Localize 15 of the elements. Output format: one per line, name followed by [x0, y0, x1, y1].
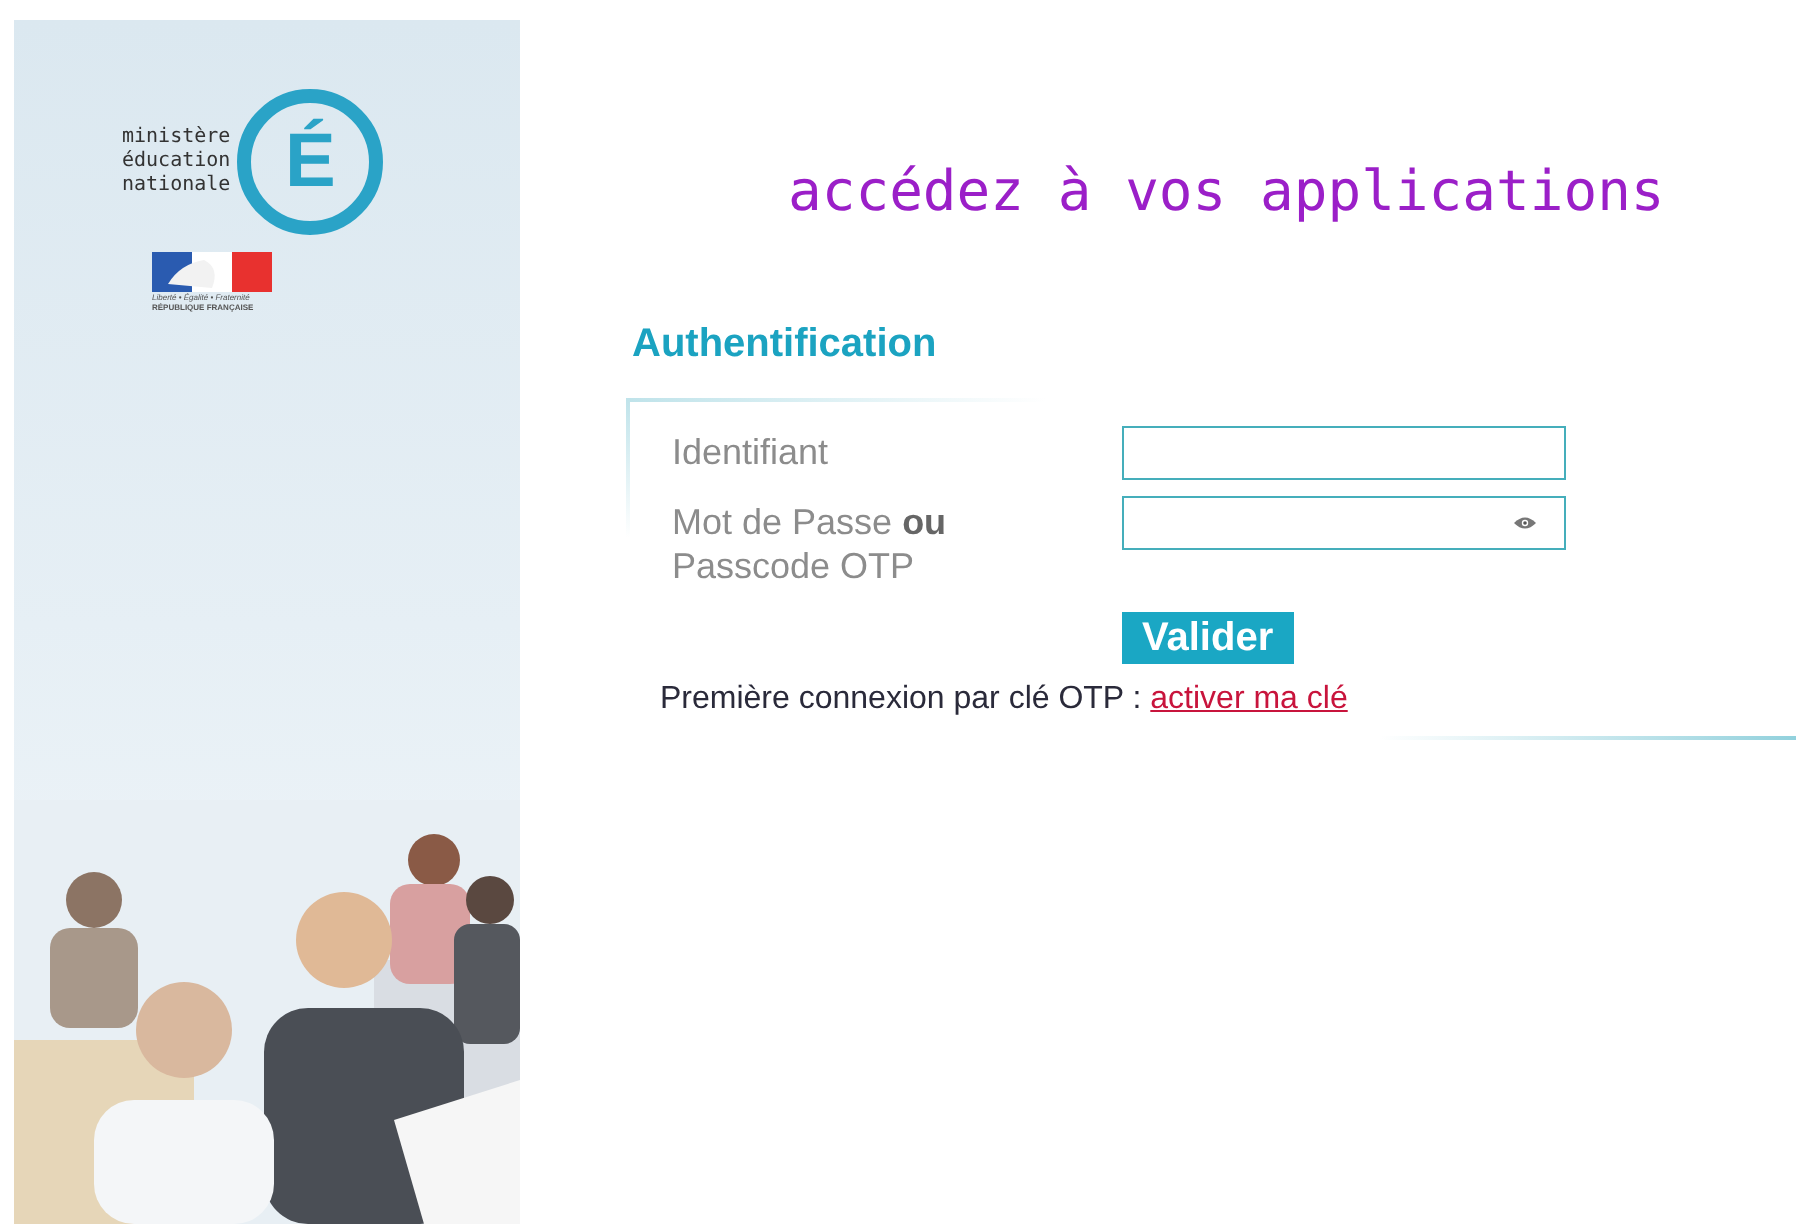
password-field[interactable]	[1122, 496, 1566, 550]
field-label: Identifiant	[672, 430, 831, 474]
logo-ring-icon	[236, 88, 385, 236]
username-field[interactable]	[1122, 426, 1566, 480]
note-text: Première connexion par clé OTP :	[660, 682, 1144, 716]
page-heading: accédez à vos applications	[788, 156, 1667, 228]
logo-letter: É	[285, 120, 336, 204]
field-label: Mot de Passe ou Passcode OTP	[672, 500, 949, 588]
eye-icon[interactable]	[1514, 516, 1536, 530]
flag-icon	[152, 252, 272, 292]
logo-text: ministère	[122, 126, 231, 150]
logo-text: nationale	[122, 174, 231, 198]
activate-key-link[interactable]: activer ma clé	[1150, 682, 1348, 716]
logo-text: éducation	[122, 150, 231, 174]
section-title: Authentification	[632, 320, 939, 370]
